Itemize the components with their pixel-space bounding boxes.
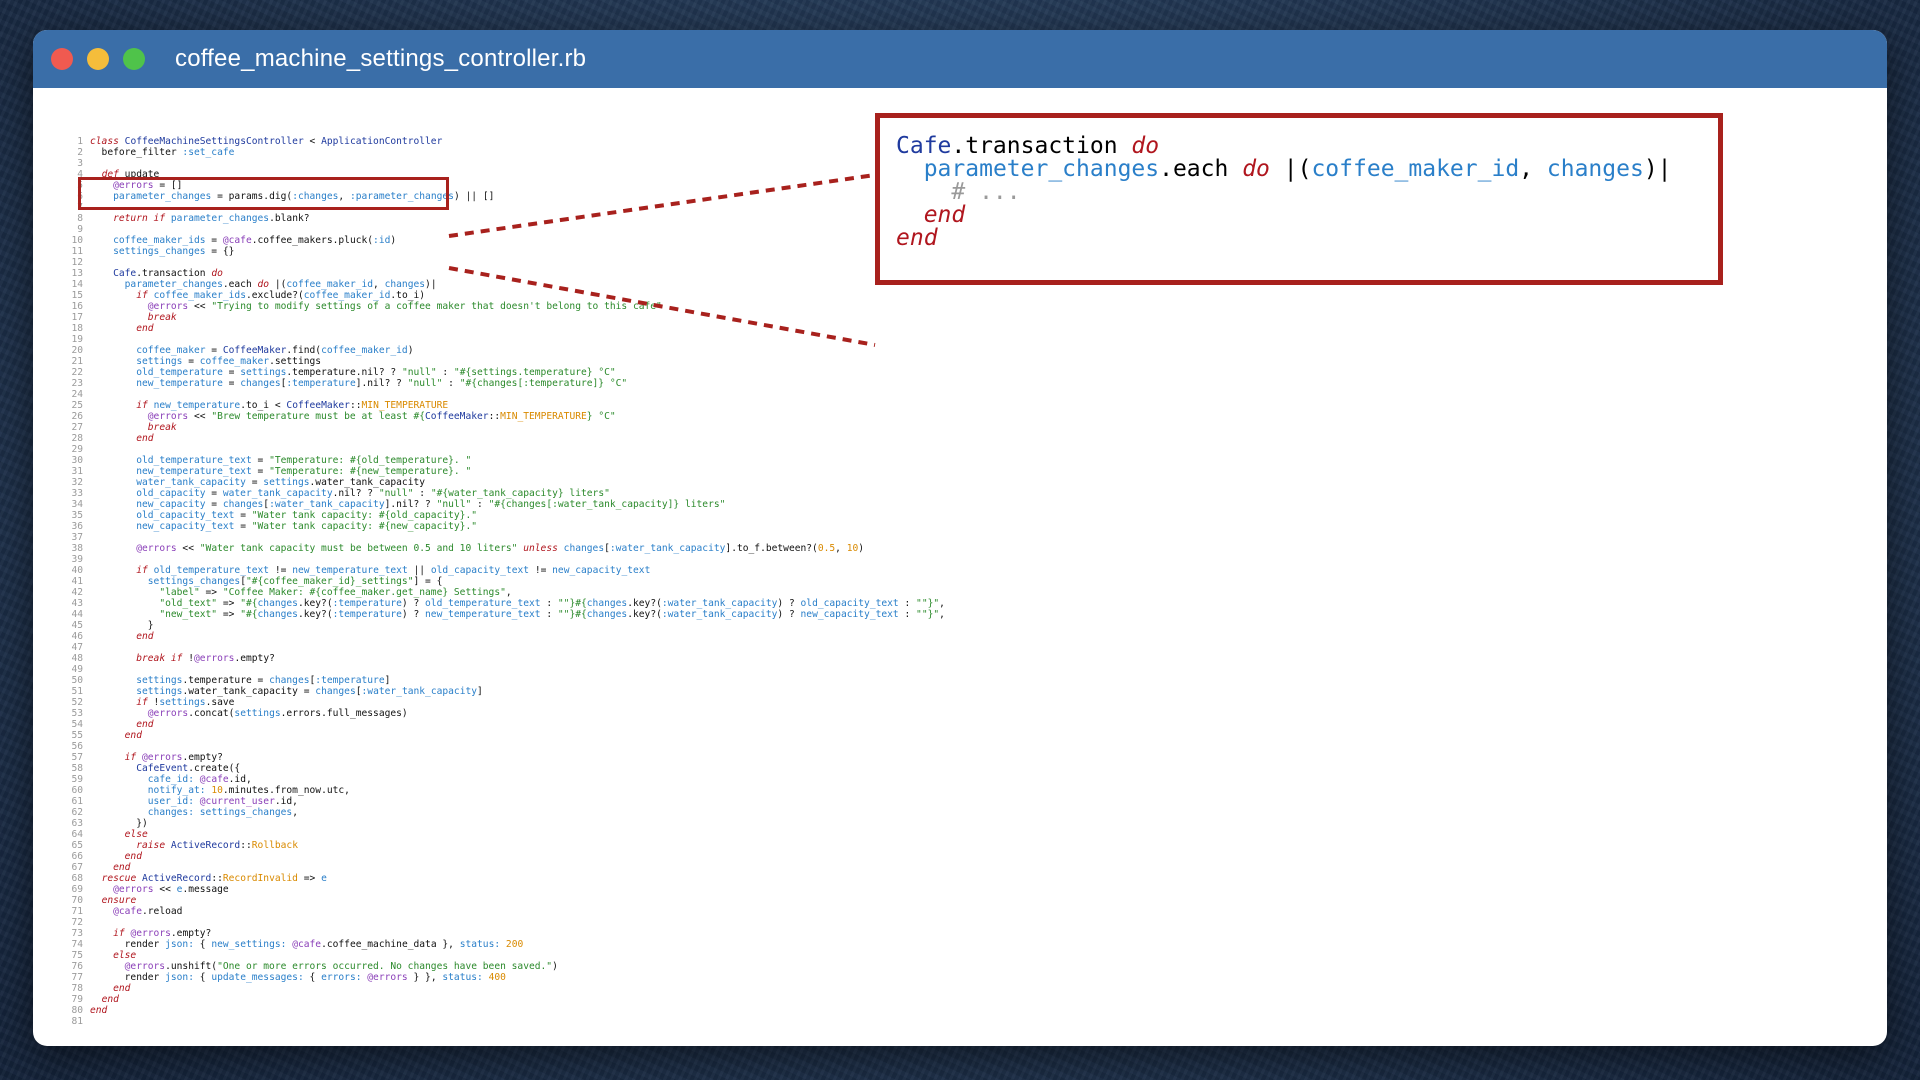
zoomed-code-callout: Cafe.transaction do parameter_changes.ea…: [875, 113, 1723, 285]
zoom-code-token: changes: [1546, 156, 1644, 182]
zoom-code-token: )|: [1643, 156, 1672, 182]
zoom-code-token: do: [1242, 156, 1270, 182]
zoom-code-line: end: [896, 225, 938, 251]
connector-line-top: [448, 173, 876, 238]
zoom-code-token: end: [896, 225, 938, 251]
zoom-code-token: coffee_maker_id: [1311, 156, 1520, 182]
connector-line-bottom: [448, 266, 876, 347]
zoom-code-token: .each: [1159, 156, 1243, 182]
zoom-code-token: ,: [1519, 156, 1547, 182]
zoom-code-token: |(: [1269, 156, 1312, 182]
